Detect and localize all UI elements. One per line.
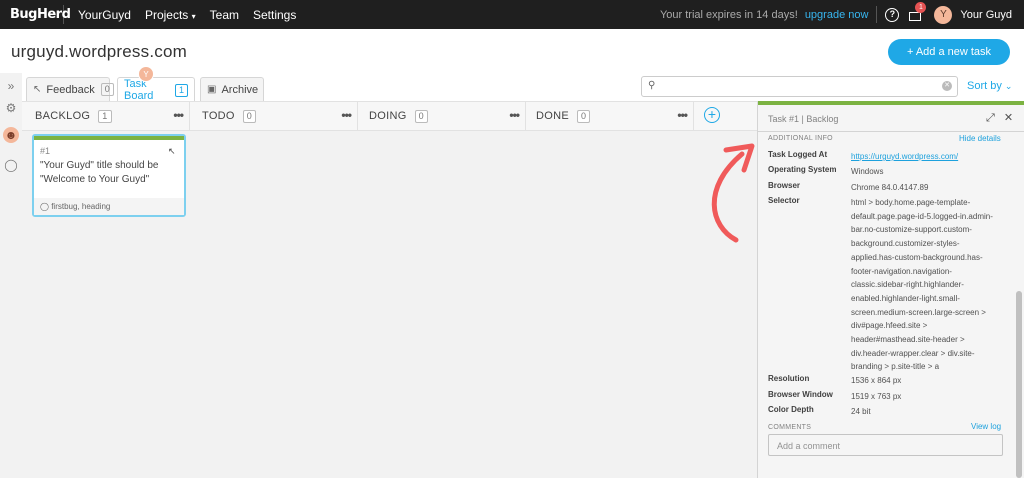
comment-placeholder: Add a comment: [777, 441, 841, 451]
column-done: DONE 0 •••: [526, 101, 694, 131]
panel-controls: ⤢ ✕: [986, 111, 1013, 125]
section-label: ADDITIONAL INFO: [768, 135, 833, 142]
nav-settings[interactable]: Settings: [253, 8, 296, 22]
add-task-button[interactable]: + Add a new task: [888, 39, 1010, 65]
gift-box-shape: [909, 11, 922, 21]
tab-feedback[interactable]: ↖ Feedback 0: [26, 77, 114, 101]
nav-projects[interactable]: Projects ▾: [145, 8, 196, 22]
column-menu-icon[interactable]: •••: [677, 108, 688, 122]
cursor-icon: ↖: [168, 146, 176, 156]
trial-text: Your trial expires in 14 days!: [659, 8, 798, 21]
task-url-link[interactable]: https://urguyd.wordpress.com/: [851, 150, 997, 164]
gear-icon[interactable]: ⚙: [3, 100, 19, 116]
nav-divider: [876, 6, 878, 23]
info-value: Chrome 84.0.4147.89: [851, 183, 929, 192]
expand-icon[interactable]: »: [3, 78, 19, 94]
column-menu-icon[interactable]: •••: [509, 108, 520, 122]
clear-search-icon[interactable]: ✕: [942, 81, 952, 91]
sort-by-dropdown[interactable]: Sort by ⌄: [967, 80, 1012, 92]
card-id: #1: [40, 146, 51, 156]
tab-feedback-label: Feedback: [46, 83, 95, 96]
info-value: Windows: [851, 167, 884, 176]
column-count: 0: [414, 109, 428, 123]
expand-icon[interactable]: ⤢: [986, 112, 995, 124]
tab-feedback-count: 0: [100, 83, 114, 96]
column-todo: TODO 0 •••: [190, 101, 358, 131]
card-tags-text: firstbug, heading: [51, 202, 111, 211]
add-column-icon[interactable]: +: [704, 107, 720, 123]
assignee-avatar[interactable]: Y: [138, 66, 154, 82]
panel-status-bar: [758, 101, 1024, 105]
nav-projects-label: Projects: [144, 7, 189, 22]
view-log-link[interactable]: View log: [971, 422, 1001, 431]
info-key: Operating System: [768, 165, 837, 174]
info-key: Browser Window: [768, 390, 833, 399]
close-icon[interactable]: ✕: [1004, 112, 1013, 124]
sort-by-label: Sort by: [967, 80, 1002, 92]
info-key: Selector: [768, 196, 800, 205]
notification-badge: 1: [915, 1, 927, 13]
task-card[interactable]: #1 ↖ "Your Guyd" title should be "Welcom…: [32, 134, 186, 217]
top-nav: BugHerd YourGuyd Projects ▾ Team Setting…: [0, 0, 1024, 29]
column-backlog: BACKLOG 1 •••: [22, 101, 190, 131]
upgrade-link[interactable]: upgrade now: [805, 9, 869, 21]
bugherd-logo[interactable]: BugHerd: [0, 5, 71, 24]
help-icon[interactable]: ?: [885, 7, 900, 22]
panel-divider: [758, 131, 1024, 132]
column-doing: DOING 0 •••: [358, 101, 526, 131]
tab-task-board[interactable]: Task Board 1: [117, 77, 195, 102]
archive-icon: ▣: [207, 84, 217, 95]
page-title: urguyd.wordpress.com: [11, 42, 187, 61]
column-count: 0: [242, 109, 257, 123]
info-key: Resolution: [768, 374, 810, 383]
info-key: Task Logged At: [768, 150, 828, 159]
info-key: Browser: [768, 181, 801, 190]
column-menu-icon[interactable]: •••: [341, 108, 352, 122]
info-value: html > body.home.page-template-default.p…: [851, 198, 993, 372]
tab-archive[interactable]: ▣ Archive: [200, 77, 264, 101]
gift-icon[interactable]: 1: [908, 1, 927, 22]
search-icon: ⚲: [648, 80, 656, 91]
annotation-arrow: [711, 143, 755, 243]
info-value: 24 bit: [851, 407, 871, 416]
panel-scrollbar[interactable]: [1016, 291, 1022, 478]
column-menu-icon[interactable]: •••: [173, 108, 184, 122]
card-status-bar: [34, 136, 184, 140]
info-value: 1536 x 864 px: [851, 376, 902, 385]
cursor-icon: ↖: [33, 84, 42, 95]
info-value: 1519 x 763 px: [851, 392, 902, 401]
nav-team[interactable]: Team: [210, 8, 239, 22]
column-count: 0: [576, 109, 591, 123]
column-count: 1: [98, 109, 112, 123]
search-input[interactable]: ⚲ ✕: [641, 76, 958, 97]
brand-link[interactable]: YourGuyd: [78, 8, 131, 22]
user-add-icon[interactable]: ☻: [3, 127, 19, 143]
chevron-down-icon: ▾: [191, 11, 196, 21]
info-key: Color Depth: [768, 405, 814, 414]
panel-title: Task #1 | Backlog: [768, 114, 839, 124]
trial-notice: Your trial expires in 14 days! upgrade n…: [660, 9, 868, 21]
task-detail-panel: Task #1 | Backlog ⤢ ✕ ADDITIONAL INFO Hi…: [757, 101, 1024, 478]
hide-details-link[interactable]: Hide details: [959, 134, 1001, 143]
comment-input[interactable]: Add a comment: [768, 434, 1003, 456]
column-name: DOING: [369, 110, 407, 122]
card-tags: ◯ firstbug, heading: [40, 202, 110, 211]
tab-archive-label: Archive: [221, 83, 259, 96]
column-name: BACKLOG: [35, 110, 91, 122]
chevron-down-icon: ⌄: [1004, 81, 1013, 91]
user-name[interactable]: Your Guyd: [960, 9, 1012, 21]
column-name: TODO: [202, 110, 235, 122]
user-avatar[interactable]: Y: [934, 5, 953, 24]
tag-icon[interactable]: ◯: [3, 157, 19, 173]
left-rail: » ⚙ ☻ ◯: [0, 73, 22, 478]
column-name: DONE: [536, 110, 569, 122]
comments-label: COMMENTS: [768, 424, 812, 431]
tag-icon: ◯: [40, 202, 49, 211]
tab-task-board-count: 1: [174, 83, 188, 97]
card-title: "Your Guyd" title should be "Welcome to …: [40, 160, 159, 185]
